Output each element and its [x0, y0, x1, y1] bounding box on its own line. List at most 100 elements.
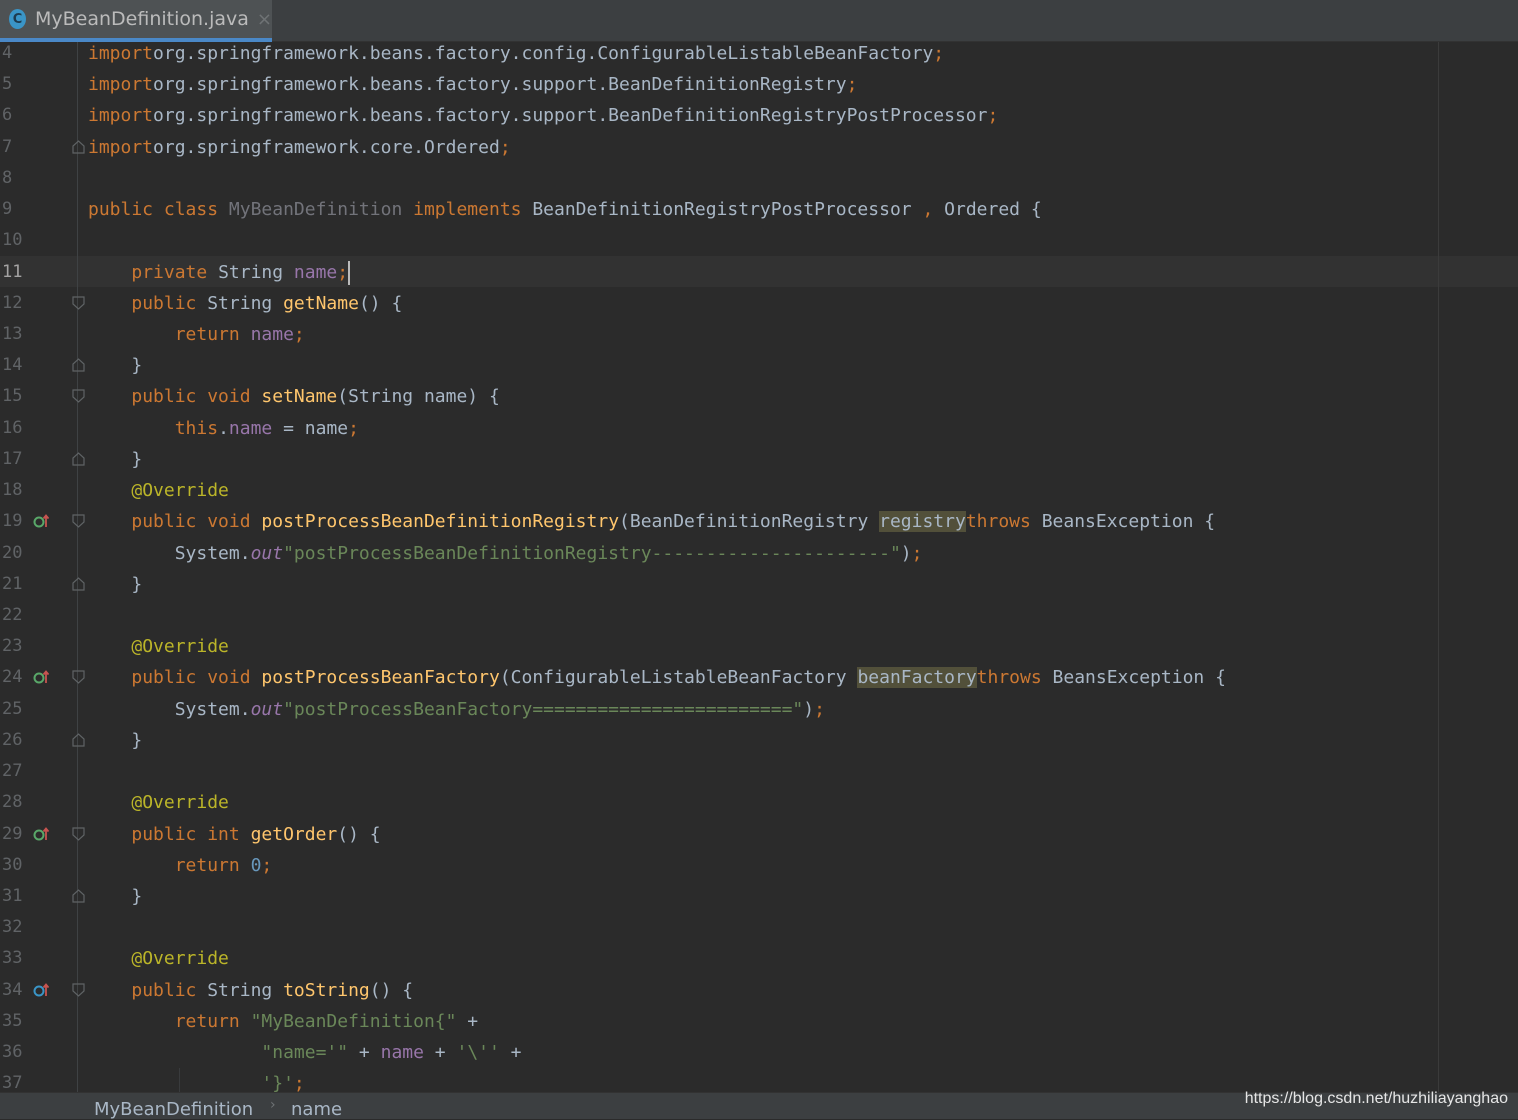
- code-line[interactable]: 13 return name;: [0, 319, 1518, 350]
- code-line[interactable]: 23 @Override: [0, 631, 1518, 662]
- code-line[interactable]: 9 public class MyBeanDefinition implement…: [0, 194, 1518, 225]
- code-line[interactable]: 20 System.out"postProcessBeanDefinitionR…: [0, 538, 1518, 569]
- code-line[interactable]: 11 private String name;: [0, 257, 1518, 288]
- fold-end-icon[interactable]: [72, 358, 85, 372]
- code-text: }: [88, 725, 142, 756]
- code-token: "name='": [261, 1042, 349, 1064]
- code-token: beanFactory: [857, 667, 977, 689]
- line-number: 23: [2, 636, 23, 657]
- code-token: registry: [879, 511, 966, 533]
- code-line[interactable]: 17 }: [0, 444, 1518, 475]
- code-token: return: [174, 323, 251, 345]
- code-token: }: [88, 729, 143, 751]
- code-line[interactable]: 14 }: [0, 350, 1518, 381]
- fold-start-icon[interactable]: [72, 389, 85, 404]
- code-token: import: [88, 136, 154, 158]
- code-token: name: [293, 261, 338, 283]
- code-token: public void: [131, 511, 262, 533]
- line-number: 5: [2, 74, 13, 95]
- code-text: System.out"postProcessBeanFactory=======…: [88, 694, 825, 725]
- code-line[interactable]: 6 importorg.springframework.beans.factory…: [0, 100, 1518, 131]
- code-token: @Override: [131, 948, 229, 970]
- code-editor[interactable]: 4 importorg.springframework.beans.factory…: [0, 42, 1518, 1092]
- code-line[interactable]: 37 '}';: [0, 1068, 1518, 1092]
- code-line[interactable]: 19 public void postProcessBeanDefinition…: [0, 506, 1518, 537]
- code-token: "postProcessBeanFactory=================…: [283, 698, 804, 720]
- code-token: () {: [369, 979, 414, 1001]
- implements-method-icon[interactable]: [33, 669, 49, 685]
- code-line[interactable]: 15 public void setName(String name) {: [0, 381, 1518, 412]
- code-line[interactable]: 30 return 0;: [0, 850, 1518, 881]
- code-line[interactable]: 27: [0, 756, 1518, 787]
- code-token: +: [499, 1042, 522, 1064]
- code-line[interactable]: 12 public String getName() {: [0, 288, 1518, 319]
- code-line[interactable]: 35 return "MyBeanDefinition{" +: [0, 1006, 1518, 1037]
- code-line[interactable]: 24 public void postProcessBeanFactory(Co…: [0, 662, 1518, 693]
- code-text: public int getOrder() {: [88, 819, 380, 850]
- close-icon[interactable]: ×: [257, 9, 272, 30]
- code-line[interactable]: 18 @Override: [0, 475, 1518, 506]
- code-line[interactable]: 10: [0, 225, 1518, 256]
- code-line[interactable]: 7 importorg.springframework.core.Ordered;: [0, 132, 1518, 163]
- fold-start-icon[interactable]: [72, 826, 85, 841]
- code-text: public String getName() {: [88, 288, 402, 319]
- code-token: ;: [348, 417, 359, 439]
- code-text: return name;: [88, 319, 305, 350]
- code-token: name: [228, 417, 273, 439]
- line-number: 30: [2, 854, 23, 875]
- code-line[interactable]: 22: [0, 600, 1518, 631]
- line-number: 8: [2, 167, 13, 188]
- fold-end-icon[interactable]: [72, 576, 85, 591]
- fold-end-icon[interactable]: [72, 889, 85, 903]
- line-number: 34: [2, 979, 23, 1000]
- code-token: "MyBeanDefinition{": [250, 1010, 457, 1032]
- tab-title: MyBeanDefinition.java: [35, 8, 249, 30]
- code-line[interactable]: 5 importorg.springframework.beans.factory…: [0, 69, 1518, 100]
- code-text: }: [88, 881, 142, 912]
- fold-end-icon[interactable]: [72, 139, 85, 154]
- code-line[interactable]: 16 this.name = name;: [0, 413, 1518, 444]
- fold-end-icon[interactable]: [72, 452, 85, 466]
- code-token: org.springframework.beans.factory.config…: [153, 43, 934, 64]
- code-token: System.: [88, 542, 251, 564]
- code-line[interactable]: 29 public int getOrder() {: [0, 819, 1518, 850]
- code-line[interactable]: 26 }: [0, 725, 1518, 756]
- code-line[interactable]: 31 }: [0, 881, 1518, 912]
- code-line[interactable]: 8: [0, 163, 1518, 194]
- code-line[interactable]: 32: [0, 912, 1518, 943]
- fold-start-icon[interactable]: [72, 296, 85, 310]
- code-token: String: [207, 292, 284, 314]
- code-line[interactable]: 33 @Override: [0, 943, 1518, 974]
- breadcrumb-separator-icon: ›: [270, 1097, 276, 1113]
- line-number: 33: [2, 948, 23, 969]
- fold-start-icon[interactable]: [72, 514, 85, 529]
- code-token: import: [88, 105, 154, 127]
- code-token: return: [174, 1010, 251, 1032]
- code-text: importorg.springframework.beans.factory.…: [88, 100, 998, 131]
- breadcrumb-class[interactable]: MyBeanDefinition: [94, 1099, 253, 1120]
- code-token: 0: [250, 854, 262, 876]
- tab-mybeandefinition[interactable]: C MyBeanDefinition.java ×: [0, 0, 272, 42]
- implements-method-icon[interactable]: [33, 513, 49, 529]
- fold-start-icon[interactable]: [72, 670, 85, 685]
- code-line[interactable]: 25 System.out"postProcessBeanFactory====…: [0, 694, 1518, 725]
- line-number: 13: [2, 323, 23, 344]
- implements-method-icon[interactable]: [33, 826, 49, 842]
- code-token: ;: [337, 261, 349, 283]
- code-line[interactable]: 28 @Override: [0, 787, 1518, 818]
- code-token: private: [131, 261, 219, 283]
- overrides-method-icon[interactable]: [33, 982, 49, 998]
- text-caret: [348, 260, 351, 285]
- line-number: 20: [2, 542, 23, 563]
- breadcrumb-member[interactable]: name: [291, 1099, 342, 1120]
- code-line[interactable]: 34 public String toString() {: [0, 975, 1518, 1006]
- fold-start-icon[interactable]: [72, 982, 85, 997]
- code-line[interactable]: 21 }: [0, 569, 1518, 600]
- fold-end-icon[interactable]: [72, 733, 85, 747]
- code-line[interactable]: 4 importorg.springframework.beans.factory…: [0, 42, 1518, 69]
- code-line[interactable]: 36 "name='" + name + '\'' +: [0, 1037, 1518, 1068]
